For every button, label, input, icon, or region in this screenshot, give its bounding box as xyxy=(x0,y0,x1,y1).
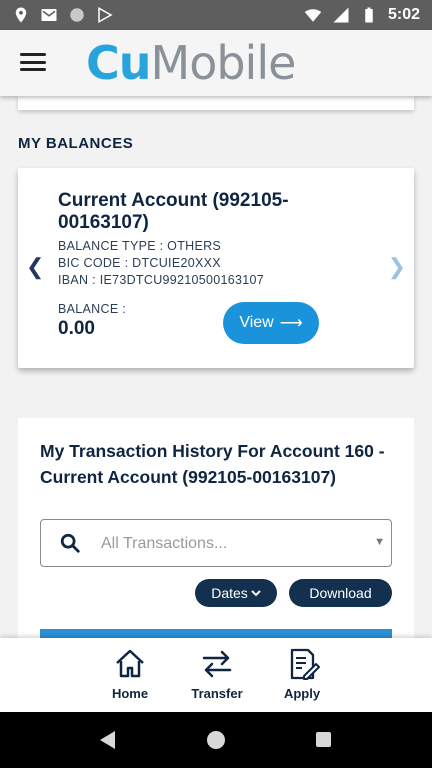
app-header: CuMobile xyxy=(0,30,432,96)
bottom-nav: Home Transfer Apply xyxy=(0,638,432,712)
app-logo: CuMobile xyxy=(86,36,297,90)
iban: IBAN : IE73DTCU99210500163107 xyxy=(58,273,265,287)
transfer-icon xyxy=(202,650,232,678)
apply-icon xyxy=(290,648,320,680)
download-button-label: Download xyxy=(309,585,372,601)
nav-transfer[interactable]: Transfer xyxy=(182,646,252,701)
caret-down-icon: ▼ xyxy=(374,536,385,548)
view-button-label: View xyxy=(239,314,274,331)
home-icon xyxy=(116,649,144,678)
logo-cu: Cu xyxy=(86,36,152,90)
recents-icon[interactable] xyxy=(316,732,331,747)
dates-button-label: Dates xyxy=(211,585,248,601)
chevron-left-icon[interactable]: ❮ xyxy=(26,254,44,280)
gmail-icon xyxy=(41,9,57,21)
transaction-history-card: My Transaction History For Account 160 -… xyxy=(18,418,414,638)
signal-icon xyxy=(333,7,349,23)
circle-icon xyxy=(70,8,84,22)
arrow-right-icon: ⟶ xyxy=(279,315,303,332)
nav-home[interactable]: Home xyxy=(95,646,165,701)
nav-apply[interactable]: Apply xyxy=(267,646,337,701)
wifi-icon xyxy=(304,9,322,22)
balance-value: 0.00 xyxy=(58,318,95,339)
search-icon xyxy=(60,533,80,553)
account-title: Current Account (992105-00163107) xyxy=(58,190,289,233)
bic-code: BIC CODE : DTCUIE20XXX xyxy=(58,256,221,270)
balance-type: BALANCE TYPE : OTHERS xyxy=(58,239,222,253)
hamburger-menu-icon[interactable] xyxy=(20,51,46,73)
status-time: 5:02 xyxy=(387,6,420,23)
transaction-history-title: My Transaction History For Account 160 -… xyxy=(40,441,385,487)
status-right-icons: 5:02 xyxy=(304,6,420,24)
balance-card: ❮ ❯ Current Account (992105-00163107) BA… xyxy=(18,168,414,368)
account-meta: BALANCE TYPE : OTHERS BIC CODE : DTCUIE2… xyxy=(58,238,264,289)
location-icon xyxy=(15,7,27,23)
play-store-icon xyxy=(98,6,113,24)
download-button[interactable]: Download xyxy=(289,579,392,607)
balance-label: BALANCE : xyxy=(58,302,127,316)
status-bar: 5:02 xyxy=(0,0,432,30)
view-button[interactable]: View ⟶ xyxy=(223,302,319,344)
android-nav-bar xyxy=(0,712,432,768)
nav-apply-label: Apply xyxy=(283,686,321,701)
android-home-icon[interactable] xyxy=(207,731,225,749)
logo-mobile: Mobile xyxy=(150,36,297,90)
nav-home-label: Home xyxy=(111,686,149,701)
main-content[interactable]: MY BALANCES ❮ ❯ Current Account (992105-… xyxy=(0,96,432,638)
transaction-search-input[interactable] xyxy=(101,532,361,556)
back-icon[interactable] xyxy=(100,731,115,749)
transaction-filter-select[interactable]: ▼ xyxy=(40,519,392,567)
previous-card-stub xyxy=(18,96,414,110)
transaction-list-header xyxy=(40,629,392,638)
nav-transfer-label: Transfer xyxy=(191,686,243,701)
status-left-icons xyxy=(12,6,114,24)
battery-icon xyxy=(365,7,373,23)
section-title-balances: MY BALANCES xyxy=(18,135,134,152)
chevron-right-icon[interactable]: ❯ xyxy=(388,254,406,280)
dates-button[interactable]: Dates xyxy=(195,579,277,607)
chevron-down-icon xyxy=(251,590,261,597)
